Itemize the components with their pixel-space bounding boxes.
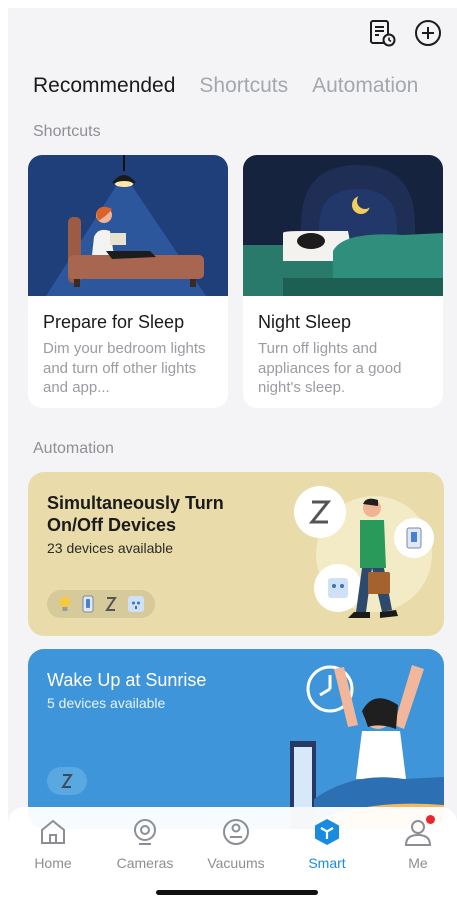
- vacuum-icon: [223, 819, 249, 845]
- automation-title-line2: On/Off Devices: [47, 515, 177, 535]
- shortcut-title: Prepare for Sleep: [43, 312, 185, 332]
- automation-section-label: Automation: [33, 440, 114, 457]
- device-type-pill: [47, 590, 155, 618]
- switch-icon: [82, 595, 94, 613]
- shortcut-title: Night Sleep: [258, 312, 352, 332]
- top-tabs: Recommended Shortcuts Automation: [33, 74, 457, 98]
- strip-icon: [61, 774, 73, 788]
- wake-up-illustration: [290, 665, 444, 829]
- bottom-nav: Home Cameras Vacuums Smart Me: [8, 807, 457, 903]
- person-walking-illustration: [294, 486, 434, 618]
- automation-card-simultaneous[interactable]: Simultaneously Turn On/Off Devices 23 de…: [28, 472, 444, 636]
- shortcut-description: Dim your bedroom lights and turn off oth…: [43, 340, 206, 396]
- shortcut-description: Turn off lights and appliances for a goo…: [258, 340, 402, 396]
- shortcut-card-prepare-sleep[interactable]: Prepare for Sleep Dim your bedroom light…: [28, 155, 228, 408]
- nav-label: Vacuums: [207, 855, 265, 871]
- home-indicator: [156, 890, 318, 895]
- automation-title-line1: Simultaneously Turn: [47, 493, 224, 513]
- shortcuts-section-label: Shortcuts: [33, 123, 101, 140]
- notification-dot: [426, 815, 435, 824]
- automation-card-wake-sunrise[interactable]: Wake Up at Sunrise 5 devices available: [28, 649, 444, 829]
- camera-icon: [134, 819, 156, 845]
- smart-cube-icon: [315, 819, 339, 845]
- tab-automation[interactable]: Automation: [312, 74, 418, 98]
- strip-icon: [105, 597, 117, 611]
- tab-shortcuts[interactable]: Shortcuts: [199, 74, 288, 98]
- nav-me[interactable]: Me: [378, 815, 457, 871]
- night-sleep-illustration: [243, 155, 443, 296]
- home-icon: [41, 819, 65, 844]
- automation-title: Wake Up at Sunrise: [47, 670, 207, 690]
- reading-illustration: [28, 155, 228, 296]
- nav-label: Cameras: [116, 855, 174, 871]
- plug-icon: [128, 596, 144, 612]
- automation-device-count: 23 devices available: [47, 540, 174, 556]
- bulb-icon: [59, 596, 71, 611]
- shortcut-card-night-sleep[interactable]: Night Sleep Turn off lights and applianc…: [243, 155, 443, 408]
- nav-label: Smart: [308, 855, 346, 871]
- log-clock-icon: [370, 20, 396, 47]
- nav-vacuums[interactable]: Vacuums: [196, 815, 276, 871]
- log-history-button[interactable]: [365, 16, 399, 50]
- nav-label: Me: [408, 855, 428, 871]
- plus-circle-icon: [415, 20, 441, 46]
- nav-smart[interactable]: Smart: [287, 815, 367, 871]
- smart-page: Recommended Shortcuts Automation Shortcu…: [8, 8, 457, 903]
- device-type-pill: [47, 767, 87, 795]
- top-actions: [365, 16, 445, 50]
- nav-home[interactable]: Home: [13, 815, 93, 871]
- add-button[interactable]: [411, 16, 445, 50]
- nav-cameras[interactable]: Cameras: [105, 815, 185, 871]
- automation-device-count: 5 devices available: [47, 695, 166, 711]
- tab-recommended[interactable]: Recommended: [33, 74, 175, 98]
- nav-label: Home: [34, 855, 72, 871]
